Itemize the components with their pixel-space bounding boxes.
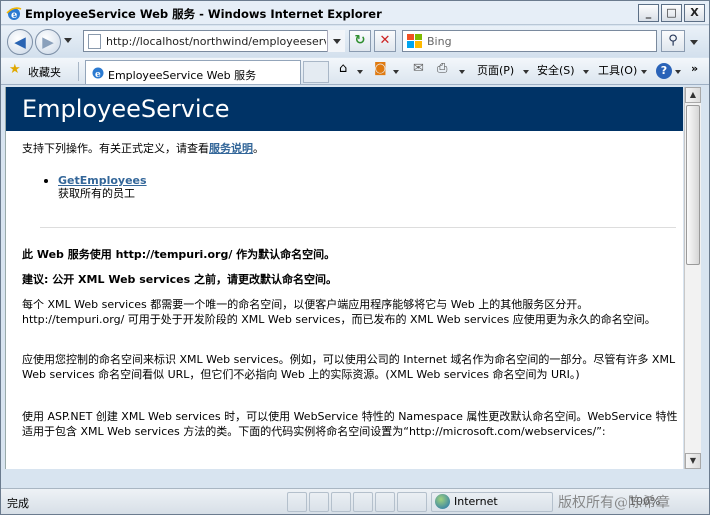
print-dropdown-icon[interactable] — [459, 70, 465, 74]
home-icon[interactable]: ⌂ — [339, 61, 347, 76]
paragraph-namespace-control: 应使用您控制的命名空间来标识 XML Web services。例如，可以使用公… — [22, 353, 676, 381]
forward-button[interactable]: ▶ — [35, 29, 61, 55]
recommendation-heading: 建议: 公开 XML Web services 之前，请更改默认命名空间。 — [22, 273, 337, 286]
mail-icon[interactable]: ✉ — [413, 61, 424, 76]
print-icon[interactable]: ⎙ — [437, 61, 447, 76]
page-icon — [88, 34, 101, 49]
star-icon[interactable]: ★ — [9, 62, 21, 77]
status-text: 完成 — [7, 497, 29, 510]
feeds-dropdown-icon[interactable] — [393, 70, 399, 74]
forward-arrow-icon: ▶ — [42, 33, 54, 51]
copyright-watermark: 版权所有@陈希章 — [558, 495, 670, 511]
help-icon[interactable]: ? — [656, 63, 672, 79]
back-button[interactable]: ◀ — [7, 29, 33, 55]
page-menu-dropdown-icon[interactable] — [523, 70, 529, 74]
internet-globe-icon — [435, 494, 450, 509]
scroll-down-button[interactable]: ▼ — [685, 453, 701, 469]
status-bar: 完成 Internet 100% 版权所有@陈希章 — [1, 488, 709, 514]
safety-menu-dropdown-icon[interactable] — [583, 70, 589, 74]
favorites-bar: ★ 收藏夹 e EmployeeService Web 服务 ⌂ ◙ ✉ ⎙ 页… — [1, 58, 709, 85]
refresh-button[interactable]: ↻ — [349, 30, 371, 52]
status-cell — [375, 492, 395, 512]
window-title: EmployeeService Web 服务 - Windows Interne… — [25, 7, 382, 21]
safety-menu[interactable]: 安全(S) — [537, 62, 575, 78]
home-dropdown-icon[interactable] — [357, 70, 363, 74]
close-button[interactable]: X — [684, 4, 705, 22]
tab-title: EmployeeService Web 服务 — [108, 69, 257, 82]
page-content: EmployeeService 支持下列操作。有关正式定义，请查看服务说明。 G… — [5, 87, 683, 469]
navigation-bar: ◀ ▶ http://localhost/northwind/employees… — [1, 26, 709, 57]
vertical-scrollbar[interactable]: ▲ ▼ — [684, 87, 701, 469]
stop-icon: ✕ — [379, 33, 391, 48]
intro-text: 支持下列操作。有关正式定义，请查看服务说明。 — [22, 141, 264, 156]
divider — [40, 227, 676, 228]
svg-text:e: e — [95, 70, 101, 80]
service-description-link[interactable]: 服务说明 — [209, 142, 253, 155]
title-bar: e EmployeeService Web 服务 - Windows Inter… — [1, 1, 709, 25]
status-cell — [353, 492, 373, 512]
ie-logo-icon: e — [6, 7, 22, 21]
address-bar[interactable]: http://localhost/northwind/employeeservi… — [83, 30, 345, 52]
minimize-button[interactable]: _ — [638, 4, 659, 22]
scroll-up-button[interactable]: ▲ — [685, 87, 701, 103]
divider — [78, 62, 79, 81]
tools-menu-dropdown-icon[interactable] — [641, 70, 647, 74]
intro-prefix: 支持下列操作。有关正式定义，请查看 — [22, 142, 209, 155]
scroll-thumb[interactable] — [686, 105, 700, 265]
maximize-button[interactable]: □ — [661, 4, 682, 22]
service-name: EmployeeService — [22, 95, 230, 123]
search-options-dropdown-icon[interactable] — [690, 40, 698, 45]
search-button[interactable]: ⚲ — [661, 30, 685, 52]
paragraph-namespace-uniqueness: 每个 XML Web services 都需要一个唯一的命名空间，以便客户端应用… — [22, 298, 656, 326]
status-cell — [287, 492, 307, 512]
address-url[interactable]: http://localhost/northwind/employeeservi… — [106, 35, 326, 48]
svg-text:e: e — [11, 10, 17, 21]
status-cell — [331, 492, 351, 512]
more-tools-icon[interactable]: » — [691, 62, 698, 75]
new-tab-button[interactable] — [303, 61, 329, 83]
help-dropdown-icon[interactable] — [675, 70, 681, 74]
refresh-icon: ↻ — [354, 33, 366, 48]
tab-employeeservice[interactable]: e EmployeeService Web 服务 — [85, 60, 301, 84]
status-cell — [309, 492, 329, 512]
namespace-heading: 此 Web 服务使用 http://tempuri.org/ 作为默认命名空间。 — [22, 248, 336, 261]
bing-logo-icon — [407, 34, 422, 48]
rss-feed-icon[interactable]: ◙ — [374, 61, 387, 76]
ie-page-icon: e — [92, 67, 104, 80]
search-box[interactable]: Bing — [402, 30, 657, 52]
search-placeholder[interactable]: Bing — [427, 35, 452, 48]
magnifier-icon: ⚲ — [668, 33, 678, 48]
operation-description: 获取所有的员工 — [58, 187, 135, 200]
address-dropdown-button[interactable] — [327, 30, 345, 52]
stop-button[interactable]: ✕ — [374, 30, 396, 52]
back-arrow-icon: ◀ — [14, 33, 26, 51]
service-header: EmployeeService — [6, 87, 683, 131]
status-cell — [397, 492, 427, 512]
paragraph-change-namespace: 使用 ASP.NET 创建 XML Web services 时，可以使用 We… — [22, 410, 678, 438]
browser-window: e EmployeeService Web 服务 - Windows Inter… — [0, 0, 710, 515]
list-bullet — [44, 179, 48, 183]
tools-menu[interactable]: 工具(O) — [598, 62, 637, 78]
history-dropdown-icon[interactable] — [64, 38, 72, 43]
page-menu[interactable]: 页面(P) — [477, 62, 514, 78]
intro-suffix: 。 — [253, 142, 264, 155]
zone-label: Internet — [454, 495, 498, 508]
favorites-button[interactable]: 收藏夹 — [28, 64, 61, 80]
